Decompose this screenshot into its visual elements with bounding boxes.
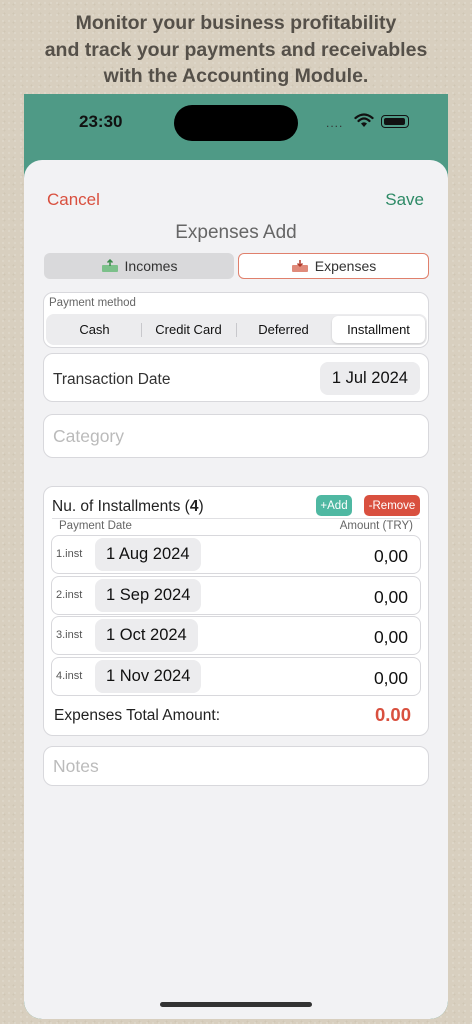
installments-title: Nu. of Installments (4) (52, 498, 204, 516)
headline-line-1: Monitor your business profitability (75, 12, 397, 34)
total-amount-value: 0.00 (374, 704, 411, 725)
installment-row: 4.inst 1 Nov 2024 0,00 (51, 657, 421, 696)
battery-icon (381, 115, 409, 128)
installment-date-picker[interactable]: 1 Sep 2024 (95, 579, 202, 612)
installment-row: 2.inst 1 Sep 2024 0,00 (51, 576, 421, 615)
page-title: Expenses Add (175, 222, 297, 243)
category-input[interactable] (44, 415, 428, 457)
total-amount-label: Expenses Total Amount: (54, 707, 221, 724)
installment-row: 3.inst 1 Oct 2024 0,00 (51, 616, 421, 655)
installment-label: 3.inst (56, 629, 83, 641)
installment-label: 4.inst (56, 670, 83, 682)
installment-amount-input[interactable]: 0,00 (374, 627, 408, 648)
installments-title-suffix: ) (198, 498, 204, 515)
amount-column-header: Amount (TRY) (339, 520, 413, 532)
installments-divider (52, 518, 420, 519)
headline-line-3: with the Accounting Module. (0, 63, 472, 90)
headline-line-3-prefix: with the (103, 65, 183, 87)
type-segmented-control: Incomes Expenses (44, 253, 429, 279)
installment-label: 1.inst (56, 548, 83, 560)
save-button[interactable]: Save (385, 190, 424, 210)
installments-title-prefix: Nu. of Installments ( (52, 498, 190, 515)
expenses-money-icon (291, 260, 308, 272)
transaction-date-card: Transaction Date 1 Jul 2024 (43, 353, 429, 402)
transaction-date-picker[interactable]: 1 Jul 2024 (319, 362, 420, 395)
remove-installment-button[interactable]: -Remove (364, 495, 420, 516)
headline-line-3-suffix: . (362, 65, 369, 87)
expenses-tab-label: Expenses (314, 258, 377, 274)
notes-card (43, 746, 429, 786)
expense-form-sheet: Cancel Save Expenses Add Incomes Expense… (24, 160, 448, 1019)
payment-date-column-header: Payment Date (59, 520, 132, 532)
payment-method-label: Payment method (49, 297, 136, 309)
payment-option-installment[interactable]: Installment (332, 316, 425, 343)
category-card (43, 414, 429, 458)
payment-method-card: Payment method Cash Credit Card Deferred… (43, 292, 429, 348)
payment-option-deferred[interactable]: Deferred (237, 316, 330, 343)
installment-amount-input[interactable]: 0,00 (374, 587, 408, 608)
payment-option-cash[interactable]: Cash (48, 316, 141, 343)
installment-label: 2.inst (56, 589, 83, 601)
promo-headline: Monitor your business profitability and … (0, 10, 472, 90)
signal-dots-icon: .... (326, 116, 344, 130)
installment-date-picker[interactable]: 1 Nov 2024 (95, 660, 202, 693)
installment-date-picker[interactable]: 1 Aug 2024 (95, 538, 201, 571)
incomes-money-icon (101, 259, 118, 272)
home-indicator[interactable] (160, 1002, 312, 1007)
dynamic-island (174, 105, 298, 141)
transaction-date-label: Transaction Date (53, 371, 171, 388)
headline-line-2: and track your payments and receivables (44, 38, 428, 61)
incomes-tab-label: Incomes (124, 258, 178, 274)
status-time: 23:30 (79, 112, 123, 131)
phone-screen: 23:30 .... Cancel Save Expenses Add Inco… (24, 94, 448, 1019)
installment-row: 1.inst 1 Aug 2024 0,00 (51, 535, 421, 574)
installments-card: Nu. of Installments (4) +Add -Remove Pay… (43, 486, 429, 736)
installment-date-picker[interactable]: 1 Oct 2024 (95, 619, 198, 652)
payment-option-credit-card[interactable]: Credit Card (142, 316, 235, 343)
status-bar: 23:30 .... (24, 94, 448, 154)
headline-module-name: Accounting Module (182, 65, 363, 87)
incomes-tab[interactable]: Incomes (44, 253, 234, 279)
installment-amount-input[interactable]: 0,00 (374, 668, 408, 689)
expenses-tab[interactable]: Expenses (238, 253, 429, 279)
installment-amount-input[interactable]: 0,00 (374, 546, 408, 567)
add-installment-button[interactable]: +Add (316, 495, 352, 516)
notes-input[interactable] (44, 747, 428, 785)
cancel-button[interactable]: Cancel (47, 190, 100, 210)
wifi-icon (354, 113, 374, 127)
payment-method-segmented-control: Cash Credit Card Deferred Installment (46, 314, 427, 345)
